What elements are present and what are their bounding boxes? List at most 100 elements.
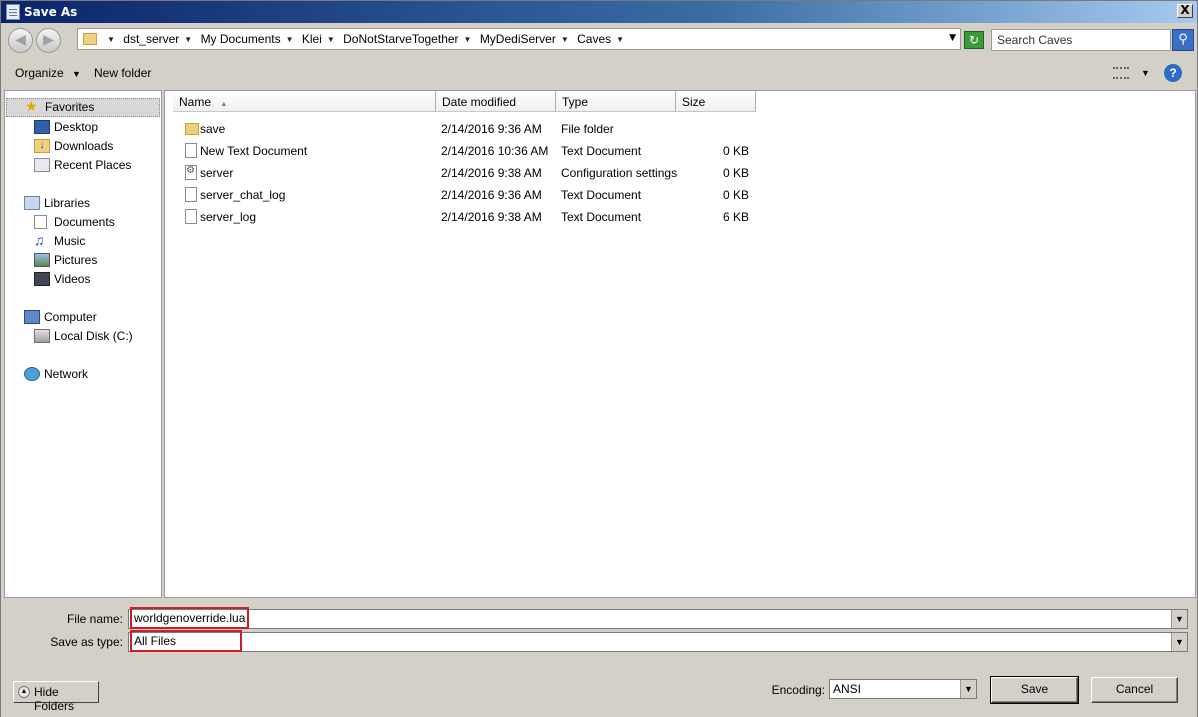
file-size: 6 KB [722, 210, 749, 224]
file-date: 2/14/2016 9:36 AM [441, 122, 542, 136]
hide-folders-label: Hide Folders [34, 685, 75, 713]
nav-label: Network [44, 367, 89, 381]
documents-icon [34, 215, 47, 229]
nav-label: Videos [54, 272, 91, 286]
file-date: 2/14/2016 10:36 AM [441, 144, 549, 158]
file-name: server_chat_log [200, 188, 286, 202]
file-size: 0 KB [722, 166, 749, 180]
close-button[interactable]: X [1177, 4, 1193, 18]
videos-icon [34, 272, 50, 286]
table-row[interactable]: save 2/14/2016 9:36 AM File folder [165, 118, 765, 140]
disk-icon [34, 329, 50, 343]
file-date: 2/14/2016 9:38 AM [441, 210, 542, 224]
column-header-type[interactable]: Type [556, 91, 676, 112]
chevron-down-icon[interactable]: ▼ [107, 35, 115, 44]
command-bar: Organize ▼ New folder ▼ ? [1, 58, 1197, 88]
search-button[interactable]: ⚲ [1172, 29, 1194, 51]
nav-label: Documents [54, 215, 115, 229]
nav-label: Music [54, 234, 86, 248]
chevron-down-icon: ▼ [72, 69, 81, 79]
cancel-button[interactable]: Cancel [1091, 677, 1178, 703]
column-header-date[interactable]: Date modified [436, 91, 556, 112]
encoding-value: ANSI [833, 682, 862, 696]
encoding-select[interactable]: ANSI ▼ [829, 679, 977, 699]
refresh-button[interactable]: ↻ [964, 31, 984, 49]
column-header-size[interactable]: Size [676, 91, 756, 112]
nav-label: Recent Places [54, 158, 132, 172]
filename-field[interactable]: worldgenoverride.lua ▼ [128, 607, 1188, 629]
chevron-down-icon[interactable]: ▼ [464, 35, 472, 44]
organize-button[interactable]: Organize ▼ [15, 66, 81, 80]
savetype-select[interactable]: All Files ▼ [128, 630, 1188, 652]
organize-label: Organize [15, 66, 64, 80]
nav-label: Pictures [54, 253, 98, 267]
breadcrumb[interactable]: ▼ dst_server ▼ My Documents ▼ Klei ▼ DoNotS… [77, 28, 961, 50]
file-size: 0 KB [722, 144, 749, 158]
navigation-pane: ★ Favorites Desktop ↓ Downloads Recent P… [4, 90, 162, 598]
table-row[interactable]: server 2/14/2016 9:38 AM Configuration s… [165, 162, 765, 184]
search-input[interactable]: Search Caves [991, 29, 1171, 51]
computer-icon [24, 310, 40, 324]
chevron-down-icon[interactable]: ▼ [1171, 633, 1187, 651]
table-row[interactable]: server_log 2/14/2016 9:38 AM Text Docume… [165, 206, 765, 228]
breadcrumb-item[interactable]: dst_server [123, 32, 179, 46]
window-title: Save As [24, 5, 78, 19]
downloads-icon: ↓ [34, 139, 50, 153]
chevron-down-icon[interactable]: ▼ [327, 35, 335, 44]
help-icon[interactable]: ? [1164, 64, 1182, 82]
title-bar: Save As X [1, 1, 1197, 23]
libraries-icon [24, 196, 40, 210]
pictures-icon [34, 253, 50, 267]
nav-favorites[interactable]: ★ Favorites [6, 98, 160, 117]
text-file-icon [185, 187, 197, 202]
address-bar: ◀ ▶ ▼ dst_server ▼ My Documents ▼ Klei ▼ Do… [1, 23, 1197, 57]
file-date: 2/14/2016 9:36 AM [441, 188, 542, 202]
chevron-down-icon[interactable]: ▼ [561, 35, 569, 44]
search-icon: ⚲ [1178, 32, 1188, 47]
recent-places-icon [34, 158, 50, 172]
breadcrumb-item[interactable]: DoNotStarveTogether [343, 32, 458, 46]
file-type: Text Document [561, 144, 642, 158]
column-header-name[interactable]: Name ▲ [173, 91, 436, 112]
encoding-label: Encoding: [771, 683, 825, 697]
back-button[interactable]: ◀ [8, 28, 33, 53]
desktop-icon [34, 120, 50, 134]
music-icon: ♫ [34, 232, 45, 248]
breadcrumb-item[interactable]: MyDediServer [480, 32, 556, 46]
file-size: 0 KB [722, 188, 749, 202]
chevron-down-icon[interactable]: ▼ [616, 35, 624, 44]
forward-button[interactable]: ▶ [36, 28, 61, 53]
save-as-dialog: Save As X ◀ ▶ ▼ dst_server ▼ My Documents… [0, 0, 1198, 717]
table-row[interactable]: server_chat_log 2/14/2016 9:36 AM Text D… [165, 184, 765, 206]
breadcrumb-item[interactable]: Caves [577, 32, 611, 46]
savetype-value: All Files [130, 630, 242, 652]
breadcrumb-item[interactable]: My Documents [201, 32, 281, 46]
nav-label: Libraries [44, 196, 91, 210]
hide-folders-button[interactable]: ▲ Hide Folders [13, 681, 99, 713]
new-folder-button[interactable]: New folder [94, 66, 151, 80]
chevron-down-icon[interactable]: ▼ [286, 35, 294, 44]
save-button[interactable]: Save [990, 676, 1079, 704]
file-name: New Text Document [200, 144, 308, 158]
savetype-label: Save as type: [50, 635, 123, 649]
filename-label: File name: [66, 612, 123, 626]
file-type: File folder [561, 122, 614, 136]
folder-icon [185, 123, 199, 135]
column-label: Name [179, 95, 212, 109]
chevron-down-icon[interactable]: ▼ [184, 35, 192, 44]
nav-label: Favorites [45, 100, 95, 114]
network-icon [24, 367, 40, 381]
table-row[interactable]: New Text Document 2/14/2016 10:36 AM Tex… [165, 140, 765, 162]
chevron-down-icon[interactable]: ▼ [1171, 610, 1187, 628]
file-name: server_log [200, 210, 257, 224]
file-name: save [200, 122, 226, 136]
address-dropdown-icon[interactable]: ▼ [949, 33, 956, 43]
text-file-icon [185, 143, 197, 158]
star-icon: ★ [25, 98, 38, 114]
view-options-icon[interactable] [1113, 67, 1129, 79]
breadcrumb-item[interactable]: Klei [302, 32, 322, 46]
view-dropdown-icon[interactable]: ▼ [1141, 68, 1150, 78]
chevron-down-icon[interactable]: ▼ [960, 680, 976, 698]
config-file-icon [185, 165, 197, 180]
nav-label: Computer [44, 310, 97, 324]
